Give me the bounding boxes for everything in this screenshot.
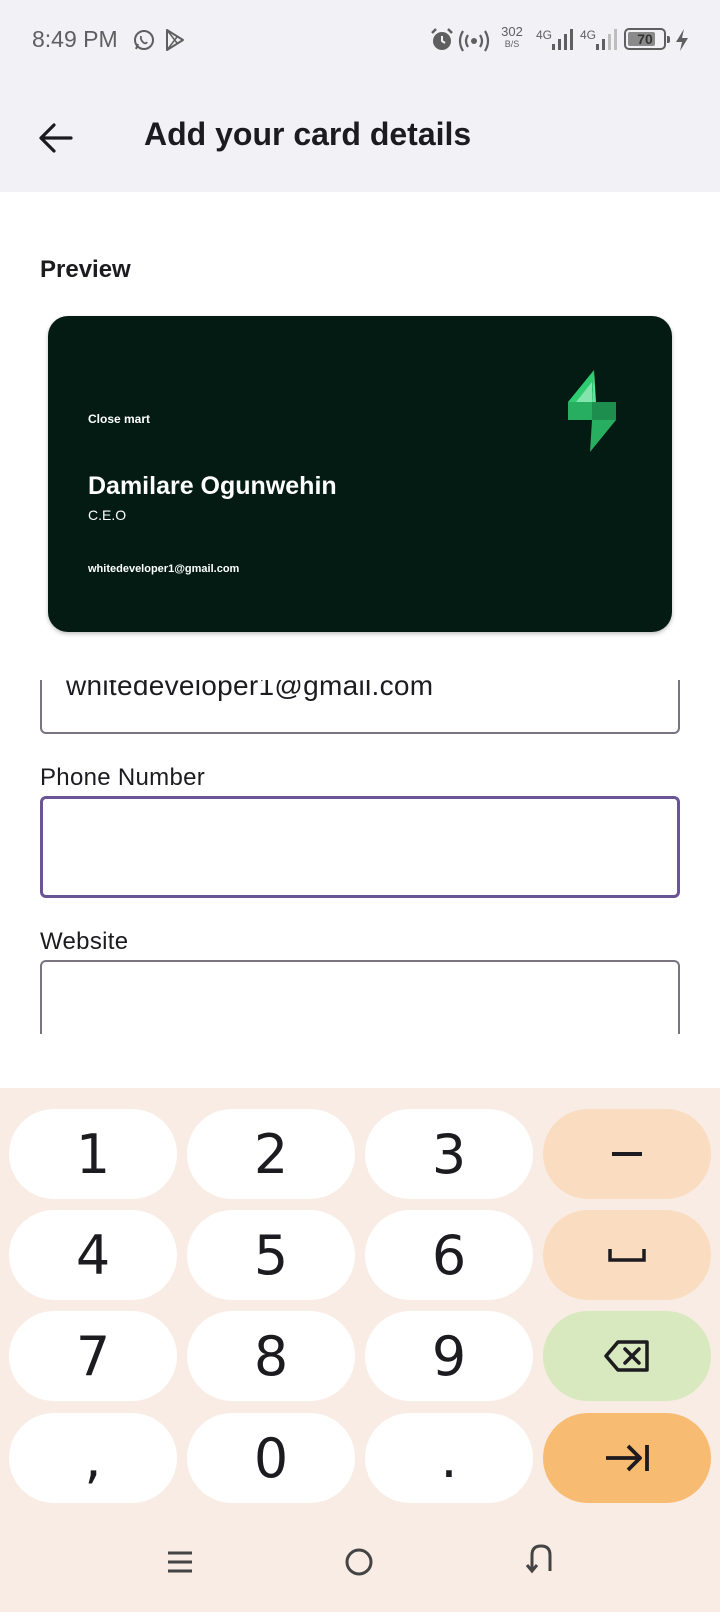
charging-icon: [676, 29, 688, 51]
key-5[interactable]: 5: [187, 1210, 355, 1300]
status-time: 8:49 PM: [32, 26, 118, 52]
email-field[interactable]: whitedeveloper1@gmail.com: [40, 680, 680, 734]
key-space[interactable]: [543, 1210, 711, 1300]
phone-number-field[interactable]: [40, 796, 680, 898]
key-0[interactable]: 0: [187, 1413, 355, 1503]
hotspot-icon: [458, 30, 490, 52]
home-icon[interactable]: [344, 1547, 374, 1577]
key-4[interactable]: 4: [9, 1210, 177, 1300]
back-button[interactable]: [26, 112, 86, 164]
card-name: Damilare Ogunwehin: [88, 472, 337, 500]
page-title: Add your card details: [144, 116, 472, 152]
key-dash[interactable]: [543, 1109, 711, 1199]
email-field-value: whitedeveloper1@gmail.com: [66, 680, 434, 701]
arrow-back-icon: [39, 123, 73, 153]
app-bar: Add your card details: [0, 82, 720, 192]
phone-label: Phone Number: [40, 764, 206, 791]
key-comma[interactable]: ,: [9, 1413, 177, 1503]
bolt-logo: [568, 370, 616, 452]
tab-next-icon: [606, 1444, 649, 1472]
key-9[interactable]: 9: [365, 1311, 533, 1401]
preview-heading: Preview: [40, 256, 131, 283]
key-period[interactable]: .: [365, 1413, 533, 1503]
key-2[interactable]: 2: [187, 1109, 355, 1199]
business-card-preview: Close mart Damilare Ogunwehin C.E.O whit…: [48, 316, 672, 632]
net-speed: 302 B/S: [501, 24, 523, 49]
recents-icon[interactable]: [166, 1548, 194, 1576]
key-backspace[interactable]: [543, 1311, 711, 1401]
key-1[interactable]: 1: [9, 1109, 177, 1199]
website-label: Website: [40, 928, 129, 955]
key-8[interactable]: 8: [187, 1311, 355, 1401]
card-role: C.E.O: [88, 507, 127, 523]
alarm-icon: [431, 28, 453, 50]
card-email: whitedeveloper1@gmail.com: [88, 563, 240, 575]
space-icon: [608, 1249, 646, 1262]
dash-icon: [612, 1152, 642, 1156]
back-nav-icon[interactable]: [524, 1543, 554, 1575]
card-form: whitedeveloper1@gmail.com Phone Number W…: [0, 680, 720, 1034]
key-next[interactable]: [543, 1413, 711, 1503]
key-7[interactable]: 7: [9, 1311, 177, 1401]
status-bar: 8:49 PM 302 B/S 4G 4G 70: [0, 0, 720, 82]
numeric-keyboard: 1 2 3 4 5 6 7 8 9 , 0 .: [0, 1088, 720, 1612]
website-field[interactable]: [40, 960, 680, 1034]
signal-icon: [552, 29, 573, 50]
key-3[interactable]: 3: [365, 1109, 533, 1199]
key-6[interactable]: 6: [365, 1210, 533, 1300]
signal-icon: [596, 29, 617, 50]
card-company: Close mart: [88, 412, 151, 426]
play-store-icon: [166, 29, 184, 51]
whatsapp-icon: [134, 30, 154, 50]
battery-indicator: 70: [624, 28, 670, 50]
backspace-icon: [604, 1340, 649, 1372]
